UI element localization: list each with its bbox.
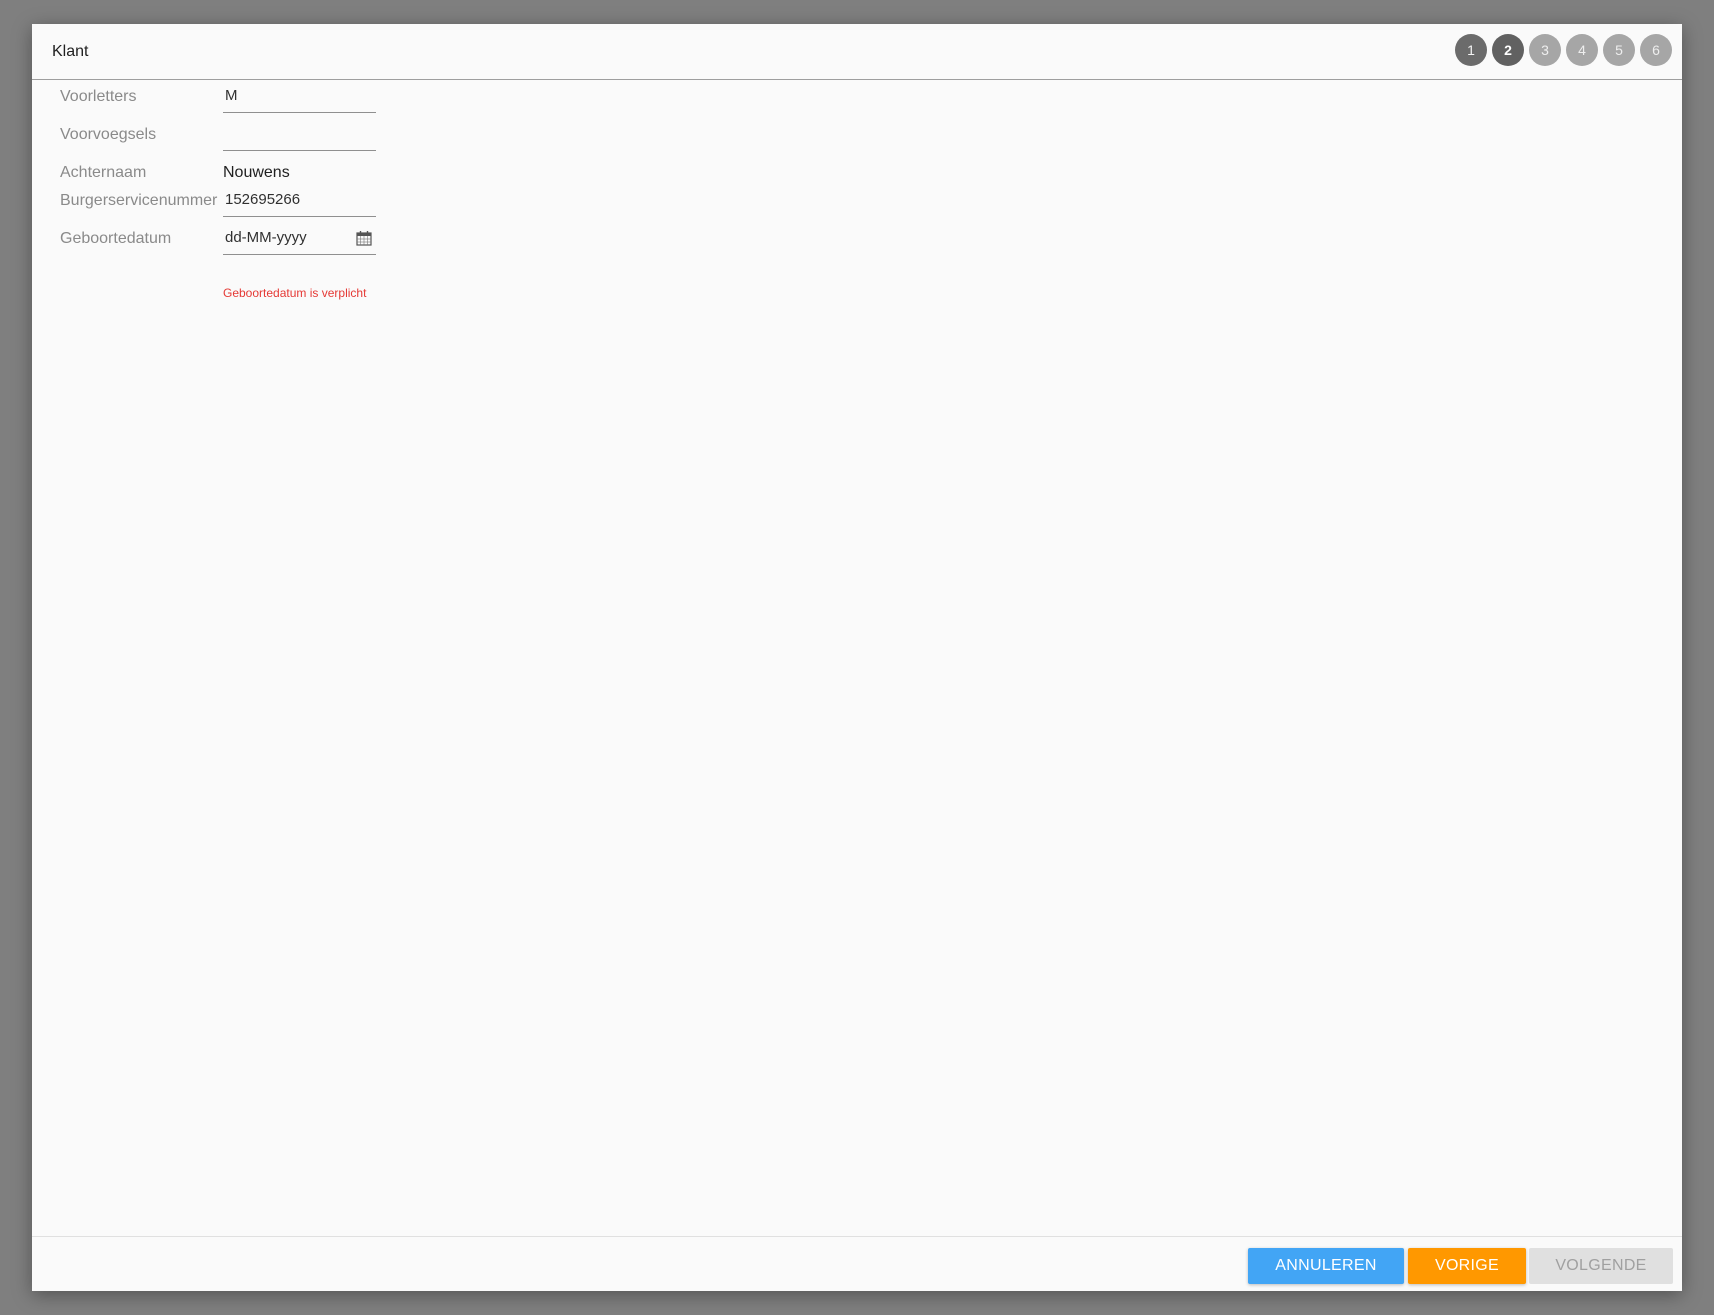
step-1[interactable]: 1	[1455, 34, 1487, 66]
row-voorvoegsels: Voorvoegsels	[60, 120, 460, 152]
bsn-field	[223, 186, 376, 217]
next-button[interactable]: VOLGENDE	[1529, 1248, 1673, 1284]
voorvoegsels-label: Voorvoegsels	[60, 126, 157, 143]
voorletters-field	[223, 82, 376, 113]
voorvoegsels-field	[223, 120, 376, 151]
step-indicator: 1 2 3 4 5 6	[1455, 34, 1672, 66]
dialog-header: Klant 1 2 3 4 5 6	[32, 24, 1682, 80]
row-geboortedatum: Geboortedatum	[60, 224, 460, 256]
row-voorletters: Voorletters	[60, 82, 460, 114]
geboortedatum-error: Geboortedatum is verplicht	[223, 286, 367, 300]
achternaam-label: Achternaam	[60, 164, 147, 181]
step-4: 4	[1566, 34, 1598, 66]
bsn-input[interactable]	[225, 191, 345, 208]
cancel-button[interactable]: ANNULEREN	[1248, 1248, 1404, 1284]
voorletters-input[interactable]	[225, 87, 345, 104]
bsn-label: Burgerservicenummer	[60, 192, 218, 209]
dialog-title: Klant	[52, 43, 89, 60]
step-3: 3	[1529, 34, 1561, 66]
step-2[interactable]: 2	[1492, 34, 1524, 66]
calendar-icon[interactable]	[356, 230, 372, 246]
geboortedatum-label: Geboortedatum	[60, 230, 172, 247]
voorvoegsels-input[interactable]	[225, 125, 345, 142]
geboortedatum-field	[223, 224, 376, 255]
achternaam-value: Nouwens	[223, 164, 290, 181]
dialog-footer: ANNULEREN VORIGE VOLGENDE	[32, 1236, 1682, 1292]
dialog: Klant 1 2 3 4 5 6 Voorletters Voorvoegse…	[32, 24, 1682, 1291]
geboortedatum-input[interactable]	[225, 229, 345, 246]
step-6: 6	[1640, 34, 1672, 66]
step-5: 5	[1603, 34, 1635, 66]
voorletters-label: Voorletters	[60, 88, 137, 105]
row-bsn: Burgerservicenummer	[60, 186, 460, 218]
previous-button[interactable]: VORIGE	[1408, 1248, 1526, 1284]
